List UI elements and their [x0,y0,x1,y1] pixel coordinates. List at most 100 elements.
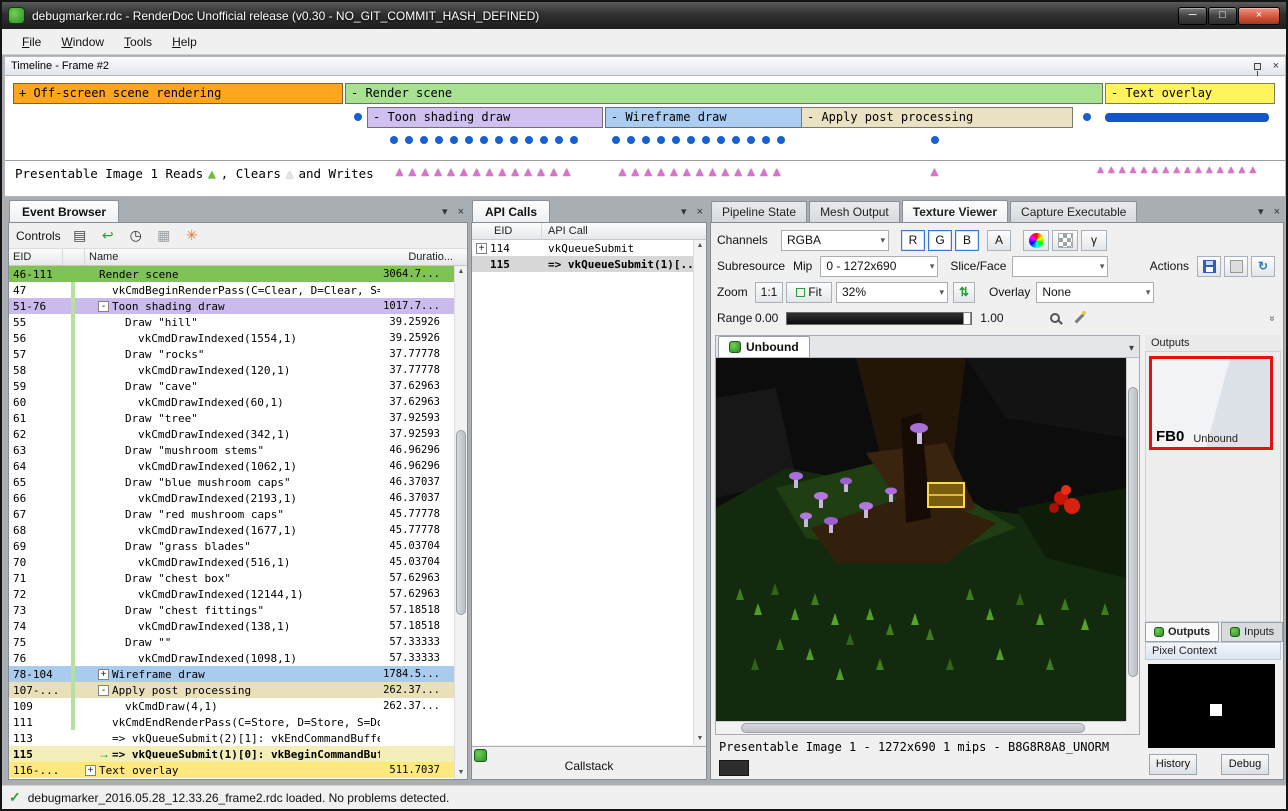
channel-a-toggle[interactable]: A [987,230,1011,251]
slice-face-select[interactable]: ▾ [1012,256,1108,277]
event-dot-cluster[interactable] [931,136,946,144]
toolbar-overflow-icon[interactable]: » [1267,315,1278,321]
event-row[interactable]: 55 Draw "hill" 39.25926 [9,314,454,330]
event-row[interactable]: 63 Draw "mushroom stems" 46.96296 [9,442,454,458]
event-row[interactable]: 62 vkCmdDrawIndexed(342,1) 37.92593 [9,426,454,442]
event-dot[interactable] [450,136,458,144]
event-row[interactable]: 116-... +Text overlay 511.7037 [9,762,454,778]
chevron-down-icon[interactable]: ▾ [1129,343,1139,357]
event-row[interactable]: 60 vkCmdDrawIndexed(60,1) 37.62963 [9,394,454,410]
scroll-up-icon[interactable]: ▲ [455,266,467,278]
event-row[interactable]: 109 vkCmdDraw(4,1) 262.37... [9,698,454,714]
maximize-button[interactable]: □ [1208,7,1237,25]
scroll-thumb[interactable] [741,723,1085,733]
event-row[interactable]: 69 Draw "grass blades" 45.03704 [9,538,454,554]
titlebar[interactable]: debugmarker.rdc - RenderDoc Unofficial r… [2,2,1286,29]
event-row[interactable]: 78-104 +Wireframe draw 1784.5... [9,666,454,682]
channel-b-toggle[interactable]: B [955,230,979,251]
tab-api-calls[interactable]: API Calls [472,200,550,222]
timeline-bar-post-processing[interactable]: - Apply post processing [801,107,1073,128]
event-row[interactable]: 56 vkCmdDrawIndexed(1554,1) 39.25926 [9,330,454,346]
event-row[interactable]: 67 Draw "red mushroom caps" 45.77778 [9,506,454,522]
event-row[interactable]: 59 Draw "cave" 37.62963 [9,378,454,394]
menu-item[interactable]: Window [51,31,114,53]
event-row[interactable]: 61 Draw "tree" 37.92593 [9,410,454,426]
range-slider[interactable] [786,312,972,325]
close-icon[interactable]: × [1273,60,1279,72]
event-row[interactable]: 70 vkCmdDrawIndexed(516,1) 45.03704 [9,554,454,570]
zoom-range-icon[interactable] [1050,313,1060,323]
panel-menu-icon[interactable]: ▾ [1254,202,1268,222]
flip-y-button[interactable]: ⇅ [953,282,975,303]
api-call-row[interactable]: +114 vkQueueSubmit [472,240,693,256]
expander-icon[interactable]: + [98,669,109,680]
scroll-down-icon[interactable]: ▼ [455,767,467,779]
save-texture-button[interactable] [1197,256,1221,277]
panel-tab[interactable]: Pipeline State [711,201,807,222]
overlay-events-bar[interactable] [1105,113,1269,122]
bookmark-icon[interactable]: ✳ [183,227,201,245]
callstack-section[interactable]: Callstack [472,746,706,779]
tab-event-browser[interactable]: Event Browser [9,200,119,222]
event-dot[interactable] [687,136,695,144]
minimize-button[interactable]: ─ [1178,7,1207,25]
event-row[interactable]: 115 →=> vkQueueSubmit(1)[0]: vkBeginComm… [9,746,454,762]
timeline-bar-offscreen[interactable]: + Off-screen scene rendering [13,83,343,104]
event-dot[interactable] [717,136,725,144]
zoom-1to1-button[interactable]: 1:1 [755,282,783,303]
scroll-down-icon[interactable]: ▼ [694,733,706,745]
close-icon[interactable]: × [693,202,707,222]
event-dot[interactable] [405,136,413,144]
scroll-thumb[interactable] [456,430,466,615]
timeline-bar-text-overlay[interactable]: - Text overlay [1105,83,1275,104]
scroll-up-icon[interactable]: ▲ [694,240,706,252]
menu-item[interactable]: Help [162,31,207,53]
event-dot[interactable] [627,136,635,144]
event-dot[interactable] [777,136,785,144]
tab-outputs[interactable]: Outputs [1145,622,1219,642]
event-dot[interactable] [480,136,488,144]
channel-mode-select[interactable]: RGBA▾ [781,230,889,251]
event-dot[interactable] [354,113,362,121]
close-icon[interactable]: × [1270,202,1284,222]
tab-inputs[interactable]: Inputs [1221,622,1283,642]
close-button[interactable]: × [1238,7,1280,25]
event-dot[interactable] [495,136,503,144]
event-dot-cluster[interactable] [390,136,585,144]
event-row[interactable]: 57 Draw "rocks" 37.77778 [9,346,454,362]
column-eid[interactable]: EID [9,249,63,265]
mip-select[interactable]: 0 - 1272x690▾ [820,256,938,277]
expander-icon[interactable]: + [85,765,96,776]
close-icon[interactable]: × [454,202,468,222]
event-row[interactable]: 73 Draw "chest fittings" 57.18518 [9,602,454,618]
event-dot[interactable] [762,136,770,144]
event-row[interactable]: 46-111 Render scene 3064.7... [9,266,454,282]
api-calls-scrollbar[interactable]: ▲ ▼ [693,240,706,745]
panel-tab[interactable]: Mesh Output [809,201,900,222]
texture-hscrollbar[interactable] [716,721,1126,734]
refresh-button[interactable]: ↻ [1251,256,1275,277]
event-dot[interactable] [525,136,533,144]
event-row[interactable]: 64 vkCmdDrawIndexed(1062,1) 46.96296 [9,458,454,474]
panel-menu-icon[interactable]: ▾ [677,202,691,222]
fb0-thumbnail[interactable]: FB0 Unbound [1149,356,1273,450]
event-dot[interactable] [465,136,473,144]
zoom-fit-button[interactable]: Fit [786,282,832,303]
event-row[interactable]: 58 vkCmdDrawIndexed(120,1) 37.77778 [9,362,454,378]
timeline-bar-render-scene[interactable]: - Render scene [345,83,1103,104]
event-browser-scrollbar[interactable]: ▲ ▼ [454,266,467,779]
event-dot-cluster[interactable] [612,136,792,144]
autofit-wand-icon[interactable] [1072,311,1086,325]
find-event-icon[interactable]: ▤ [71,227,89,245]
overlay-select[interactable]: None▾ [1036,282,1154,303]
panel-menu-icon[interactable]: ▾ [438,202,452,222]
event-row[interactable]: 47 vkCmdBeginRenderPass(C=Clear, D=Clear… [9,282,454,298]
expander-icon[interactable]: → [98,749,109,760]
panel-tab[interactable]: Capture Executable [1010,201,1137,222]
event-dot[interactable] [657,136,665,144]
menu-item[interactable]: Tools [114,31,162,53]
event-dot[interactable] [672,136,680,144]
alpha-background-button[interactable] [1052,230,1078,251]
timeline-bar-toon-shading[interactable]: - Toon shading draw [367,107,603,128]
event-dot[interactable] [702,136,710,144]
